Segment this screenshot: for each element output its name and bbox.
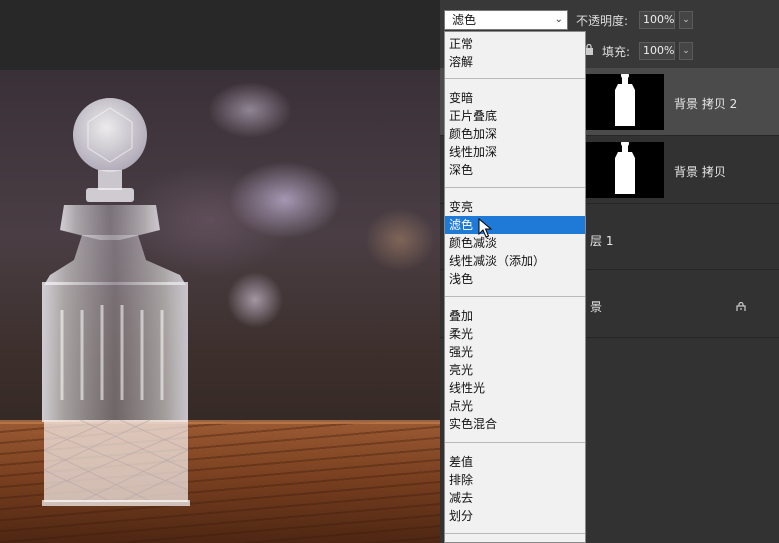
menu-item-darker-color[interactable]: 深色 (445, 161, 585, 179)
menu-item-screen[interactable]: 滤色 (445, 216, 585, 234)
fill-input[interactable]: 100% (639, 42, 675, 60)
menu-item-subtract[interactable]: 减去 (445, 489, 585, 507)
fill-label: 填充: (602, 45, 631, 59)
menu-item-hard-light[interactable]: 强光 (445, 343, 585, 361)
fill-dropdown-button[interactable]: ⌄ (679, 42, 693, 60)
menu-item-linear-light[interactable]: 线性光 (445, 379, 585, 397)
menu-item-linear-burn[interactable]: 线性加深 (445, 143, 585, 161)
chevron-down-icon: ⌄ (554, 14, 563, 25)
layer-thumbnail (586, 74, 664, 130)
opacity-label: 不透明度: (576, 14, 629, 28)
menu-item-pin-light[interactable]: 点光 (445, 397, 585, 415)
menu-item-divide[interactable]: 划分 (445, 507, 585, 525)
blend-mode-value: 滤色 (452, 13, 477, 27)
menu-divider (445, 533, 585, 534)
blend-mode-menu: 正常 溶解 变暗 正片叠底 颜色加深 线性加深 深色 变亮 滤色 颜色减淡 线性… (444, 31, 586, 543)
layer-name: 层 1 (590, 234, 614, 248)
pointer-cursor-icon (478, 218, 492, 238)
menu-divider (445, 296, 585, 297)
lock-icon (736, 302, 746, 311)
menu-item-dissolve[interactable]: 溶解 (445, 53, 585, 71)
menu-item-vivid-light[interactable]: 亮光 (445, 361, 585, 379)
document-canvas[interactable] (0, 70, 440, 543)
canvas-dark-area (0, 0, 440, 70)
blend-mode-select[interactable]: 滤色 ⌄ (444, 10, 568, 30)
menu-item-soft-light[interactable]: 柔光 (445, 325, 585, 343)
layer-name: 背景 拷贝 2 (674, 97, 738, 111)
opacity-input[interactable]: 100% (639, 11, 675, 29)
layer-name: 背景 拷贝 (674, 165, 726, 179)
menu-item-difference[interactable]: 差值 (445, 453, 585, 471)
menu-divider (445, 187, 585, 188)
layer-thumbnail (586, 142, 664, 198)
menu-item-linear-dodge[interactable]: 线性减淡（添加） (445, 252, 585, 270)
menu-divider (445, 78, 585, 79)
menu-item-normal[interactable]: 正常 (445, 35, 585, 53)
menu-item-lighter-color[interactable]: 浅色 (445, 270, 585, 288)
opacity-dropdown-button[interactable]: ⌄ (679, 11, 693, 29)
menu-item-color-dodge[interactable]: 颜色减淡 (445, 234, 585, 252)
menu-item-hard-mix[interactable]: 实色混合 (445, 415, 585, 433)
menu-item-lighten[interactable]: 变亮 (445, 198, 585, 216)
layer-name: 景 (590, 300, 603, 314)
menu-item-overlay[interactable]: 叠加 (445, 307, 585, 325)
menu-item-exclusion[interactable]: 排除 (445, 471, 585, 489)
crystal-decanter-image (42, 98, 190, 506)
menu-item-color-burn[interactable]: 颜色加深 (445, 125, 585, 143)
menu-item-multiply[interactable]: 正片叠底 (445, 107, 585, 125)
menu-item-darken[interactable]: 变暗 (445, 89, 585, 107)
menu-divider (445, 442, 585, 443)
